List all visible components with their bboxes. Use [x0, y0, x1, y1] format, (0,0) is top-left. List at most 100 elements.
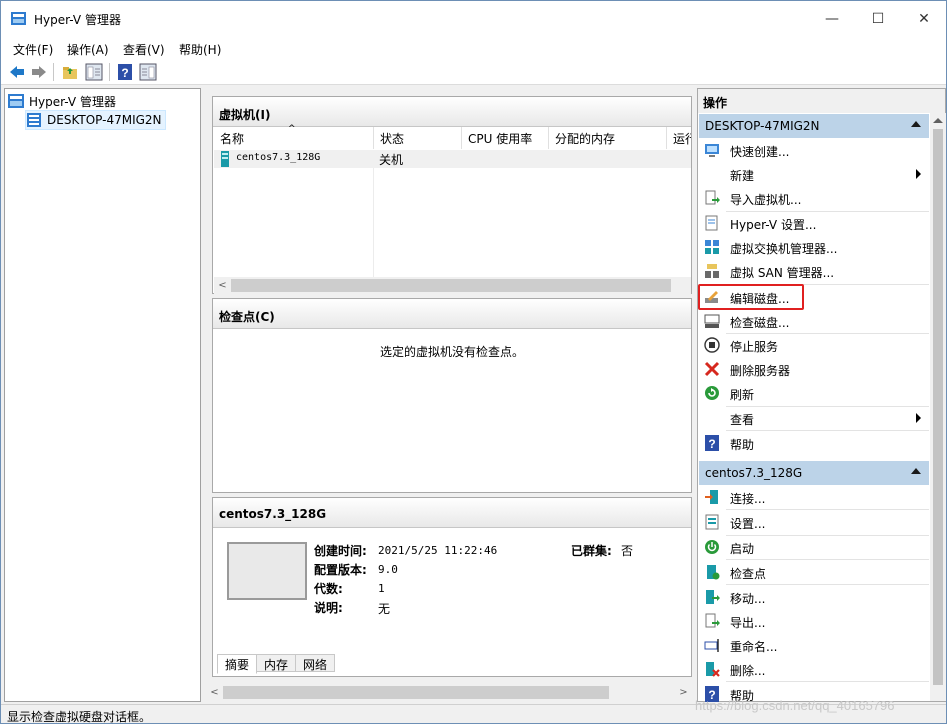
- action-connect[interactable]: 连接...: [699, 485, 929, 509]
- sort-ascending-icon: ^: [288, 124, 296, 134]
- vm-panel-title: 虚拟机(I): [213, 97, 691, 127]
- action-label: 连接...: [730, 492, 766, 506]
- column-header-name[interactable]: 名称 ^: [214, 124, 374, 149]
- column-divider: [373, 150, 374, 278]
- minimize-button[interactable]: —: [809, 1, 855, 37]
- collapse-icon: [911, 121, 921, 127]
- highlight-annotation: [698, 284, 804, 310]
- hyperv-manager-window: Hyper-V 管理器 — ☐ ✕ 文件(F) 操作(A) 查看(V) 帮助(H…: [0, 0, 947, 724]
- watermark-text: https://blog.csdn.net/qq_40165796: [695, 698, 895, 713]
- actions-section-vm[interactable]: centos7.3_128G: [699, 461, 929, 485]
- action-virtual-san-manager[interactable]: 虚拟 SAN 管理器...: [699, 259, 929, 283]
- actions-vscrollbar[interactable]: [930, 113, 946, 701]
- inspect-disk-icon: [704, 314, 720, 328]
- action-delete[interactable]: 删除...: [699, 657, 929, 681]
- section-host-label: DESKTOP-47MIG2N: [705, 119, 820, 133]
- scroll-left-icon[interactable]: <: [206, 684, 223, 701]
- scroll-left-icon[interactable]: <: [214, 277, 231, 294]
- action-label: Hyper-V 设置...: [730, 218, 817, 232]
- action-stop-service[interactable]: 停止服务: [699, 333, 929, 357]
- clustered-value: 否: [621, 544, 634, 558]
- action-hyperv-settings[interactable]: Hyper-V 设置...: [699, 211, 929, 235]
- help-icon[interactable]: ?: [116, 63, 134, 81]
- maximize-icon: ☐: [871, 11, 885, 27]
- column-header-name-label: 名称: [220, 132, 245, 146]
- action-move[interactable]: 移动...: [699, 585, 929, 609]
- action-remove-server[interactable]: 删除服务器: [699, 357, 929, 381]
- action-start[interactable]: 启动: [699, 535, 929, 559]
- virtual-machine-icon: [221, 151, 229, 167]
- scroll-up-icon[interactable]: [933, 118, 943, 123]
- action-import-vm[interactable]: 导入虚拟机...: [699, 186, 929, 210]
- back-arrow-icon[interactable]: [8, 63, 26, 81]
- maximize-button[interactable]: ☐: [855, 1, 901, 37]
- tree-item-host[interactable]: DESKTOP-47MIG2N: [25, 110, 166, 130]
- section-vm-label: centos7.3_128G: [705, 466, 803, 480]
- vm-settings-icon: [705, 514, 719, 530]
- actions-pane: 操作 DESKTOP-47MIG2N 快速创建... 新建 导入虚拟机... H…: [697, 88, 946, 703]
- actions-section-host[interactable]: DESKTOP-47MIG2N: [699, 114, 929, 138]
- details-panel-title: centos7.3_128G: [213, 498, 691, 528]
- clustered-label: 已群集:: [571, 544, 612, 558]
- no-checkpoints-message: 选定的虚拟机没有检查点。: [379, 345, 524, 359]
- vm-row[interactable]: centos7.3_128G 关机: [214, 150, 691, 168]
- action-refresh[interactable]: 刷新: [699, 381, 929, 405]
- up-folder-icon[interactable]: [61, 63, 79, 81]
- action-vm-settings[interactable]: 设置...: [699, 510, 929, 534]
- action-virtual-switch-manager[interactable]: 虚拟交换机管理器...: [699, 235, 929, 259]
- forward-arrow-icon[interactable]: [30, 63, 48, 81]
- action-view[interactable]: 查看: [699, 406, 929, 430]
- column-header-memory[interactable]: 分配的内存: [549, 127, 667, 149]
- help-icon: ?: [705, 435, 719, 451]
- action-new[interactable]: 新建: [699, 162, 929, 186]
- scroll-thumb[interactable]: [933, 129, 943, 685]
- scroll-right-icon[interactable]: >: [675, 684, 692, 701]
- tab-memory[interactable]: 内存: [256, 654, 297, 672]
- column-header-uptime[interactable]: 运行: [667, 127, 691, 149]
- column-header-state[interactable]: 状态: [374, 127, 462, 149]
- action-label: 删除服务器: [730, 364, 791, 378]
- vm-details-panel: centos7.3_128G 创建时间: 2021/5/25 11:22:46 …: [212, 497, 692, 677]
- action-rename[interactable]: 重命名...: [699, 633, 929, 657]
- details-tabs: 摘要 内存 网络: [217, 654, 336, 674]
- action-inspect-disk[interactable]: 检查磁盘...: [699, 309, 929, 333]
- action-checkpoint[interactable]: 检查点: [699, 560, 929, 584]
- action-export[interactable]: 导出...: [699, 609, 929, 633]
- tree-item-hyperv-manager[interactable]: Hyper-V 管理器: [8, 91, 116, 111]
- console-tree: Hyper-V 管理器 DESKTOP-47MIG2N: [4, 88, 201, 702]
- minimize-icon: —: [825, 11, 839, 27]
- menu-file[interactable]: 文件(F): [13, 41, 53, 58]
- menu-help[interactable]: 帮助(H): [179, 41, 221, 58]
- action-label: 移动...: [730, 592, 766, 606]
- action-label: 检查点: [730, 567, 767, 581]
- created-label: 创建时间:: [314, 544, 367, 558]
- vm-name: centos7.3_128G: [236, 152, 321, 163]
- show-hide-action-pane-icon[interactable]: [139, 63, 157, 81]
- scroll-thumb[interactable]: [223, 686, 609, 699]
- refresh-icon: [705, 386, 719, 400]
- action-label: 启动: [730, 542, 755, 556]
- generation-label: 代数:: [314, 582, 343, 596]
- server-icon: [27, 113, 41, 127]
- move-icon: [706, 590, 720, 604]
- close-button[interactable]: ✕: [901, 1, 946, 37]
- menu-action[interactable]: 操作(A): [67, 41, 109, 58]
- action-label: 查看: [730, 413, 755, 427]
- show-hide-console-tree-icon[interactable]: [85, 63, 103, 81]
- generation-value: 1: [378, 582, 385, 595]
- column-header-cpu[interactable]: CPU 使用率: [462, 127, 549, 149]
- menu-view[interactable]: 查看(V): [123, 41, 165, 58]
- tab-summary[interactable]: 摘要: [217, 654, 258, 674]
- notes-value: 无: [378, 602, 391, 616]
- center-hscrollbar[interactable]: < >: [206, 684, 692, 701]
- action-quick-create[interactable]: 快速创建...: [699, 138, 929, 162]
- scroll-thumb[interactable]: [231, 279, 671, 292]
- checkpoints-panel: 检查点(C) 选定的虚拟机没有检查点。: [212, 298, 692, 493]
- tab-network[interactable]: 网络: [295, 654, 336, 672]
- vm-list-hscrollbar[interactable]: <: [214, 277, 691, 294]
- action-help-host[interactable]: ? 帮助: [699, 431, 929, 455]
- virtual-switch-icon: [705, 240, 719, 254]
- stop-icon: [704, 337, 720, 353]
- action-label: 设置...: [730, 517, 766, 531]
- collapse-icon: [911, 468, 921, 474]
